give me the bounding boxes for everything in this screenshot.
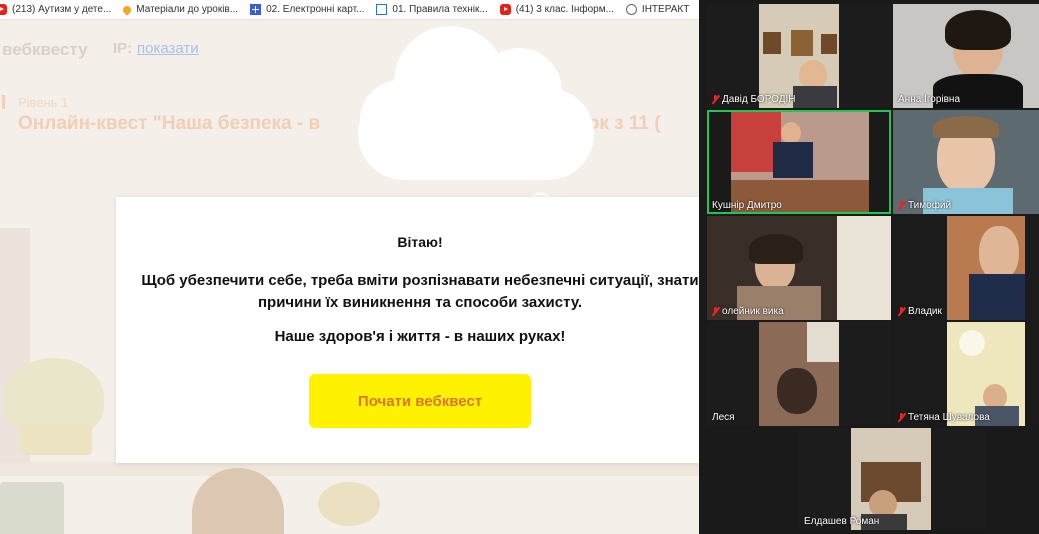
- participant-tile[interactable]: Владик: [893, 216, 1039, 320]
- video-feed: [821, 34, 837, 54]
- bookmark-label: (213) Аутизм у дете...: [12, 4, 112, 15]
- muted-mic-icon: [898, 307, 905, 316]
- background-character: [192, 468, 284, 534]
- bookmark-label: 01. Правила технік...: [392, 4, 488, 15]
- muted-mic-icon: [712, 307, 719, 316]
- ip-show-link[interactable]: показати: [137, 40, 199, 57]
- video-feed: [837, 216, 891, 320]
- participant-name: Тимофий: [898, 200, 951, 211]
- participant-name: Давід БОРОДІН: [712, 94, 796, 105]
- background-ball: [318, 482, 380, 526]
- bookmarks-bar: (213) Аутизм у дете... Матеріали до урок…: [0, 0, 699, 20]
- video-feed: [749, 234, 803, 264]
- participant-tile[interactable]: олейник вика: [707, 216, 891, 320]
- video-feed: [959, 330, 985, 356]
- youtube-icon: [499, 4, 511, 15]
- video-feed: [773, 142, 813, 178]
- bookmark-item[interactable]: Матеріали до уроків...: [121, 3, 239, 16]
- participant-tile[interactable]: Тимофий: [893, 110, 1039, 214]
- participant-name: Леся: [712, 412, 735, 423]
- browser-window: (213) Аутизм у дете... Матеріали до урок…: [0, 0, 699, 534]
- video-feed: [969, 274, 1025, 320]
- globe-icon: [625, 4, 637, 15]
- video-gallery: Давід БОРОДІН Анна Ігорівна Кушнір Дмитр…: [699, 0, 1039, 534]
- video-feed: [777, 368, 817, 414]
- muted-mic-icon: [712, 95, 719, 104]
- video-feed: [933, 116, 999, 138]
- participant-tile[interactable]: Леся: [707, 322, 891, 426]
- video-feed: [791, 30, 813, 56]
- participant-tile[interactable]: Тетяна Шувалова: [893, 322, 1039, 426]
- bookmark-label: (41) 3 клас. Інформ...: [515, 4, 614, 15]
- video-feed: [763, 32, 781, 54]
- ip-label: IP:: [113, 40, 133, 57]
- participant-tile-active[interactable]: Кушнір Дмитро: [707, 110, 891, 214]
- participant-tile[interactable]: Елдашев Роман: [799, 428, 985, 530]
- muted-mic-icon: [898, 201, 905, 210]
- bookmark-item[interactable]: (41) 3 клас. Інформ...: [499, 4, 614, 15]
- participant-name: Анна Ігорівна: [898, 94, 961, 105]
- participant-name: Тетяна Шувалова: [898, 412, 990, 423]
- doc-icon: [376, 4, 388, 15]
- quest-title: Онлайн-квест "Наша безпека - в: [18, 113, 321, 134]
- site-title: вебквесту: [2, 40, 88, 59]
- background-pot: [20, 425, 92, 455]
- video-feed: [945, 10, 1011, 50]
- level-marker-icon: [2, 95, 12, 109]
- level-label: Рівень 1: [18, 95, 69, 110]
- youtube-icon: [0, 4, 7, 15]
- video-feed: [781, 122, 801, 144]
- bookmark-label: ІНТЕРАКТ: [641, 4, 690, 15]
- bookmark-label: Матеріали до уроків...: [136, 4, 239, 15]
- cloud-graphic: [358, 26, 594, 180]
- bookmark-label: 02. Електронні карт...: [266, 4, 365, 15]
- bookmark-item[interactable]: 02. Електронні карт...: [250, 4, 364, 15]
- dialog-tagline: Наше здоров'я і життя - в наших руках!: [274, 328, 566, 345]
- participant-name: Владик: [898, 306, 942, 317]
- pin-icon: [121, 3, 133, 16]
- welcome-dialog: Вітаю! Щоб убезпечити себе, треба вміти …: [116, 197, 699, 463]
- participant-name: Кушнір Дмитро: [712, 200, 782, 211]
- participant-name: Елдашев Роман: [804, 516, 880, 527]
- bookmark-item[interactable]: 01. Правила технік...: [376, 4, 488, 15]
- video-feed: [807, 322, 839, 362]
- dialog-greeting: Вітаю!: [397, 234, 443, 250]
- video-feed: [979, 226, 1019, 280]
- background-shelf: [0, 462, 699, 476]
- participant-name: олейник вика: [712, 306, 784, 317]
- participant-tile[interactable]: Давід БОРОДІН: [707, 4, 891, 108]
- grid-icon: [250, 4, 262, 15]
- bookmark-item[interactable]: (213) Аутизм у дете...: [0, 4, 111, 15]
- background-chalkboard: [0, 482, 64, 534]
- video-feed: [793, 86, 837, 108]
- dialog-message: Щоб убезпечити себе, треба вміти розпізн…: [141, 272, 699, 311]
- bookmark-item[interactable]: ІНТЕРАКТ: [625, 4, 690, 15]
- muted-mic-icon: [898, 413, 905, 422]
- start-webquest-button[interactable]: Почати вебквест: [309, 374, 531, 428]
- participant-tile[interactable]: Анна Ігорівна: [893, 4, 1039, 108]
